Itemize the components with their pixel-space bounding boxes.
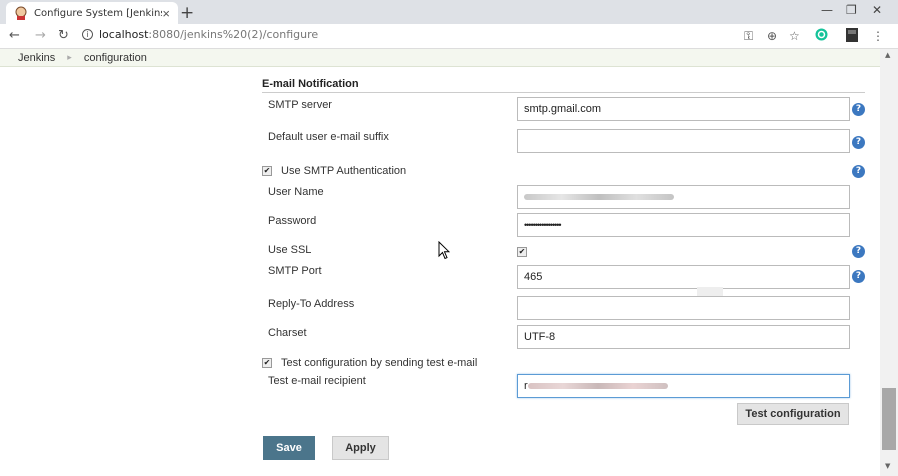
username-redacted: [524, 194, 674, 200]
grammarly-icon[interactable]: [815, 28, 828, 44]
username-label: User Name: [268, 186, 324, 198]
suffix-help-icon[interactable]: ?: [852, 136, 865, 149]
section-divider: [262, 92, 865, 93]
browser-tab-strip: Configure System [Jenkins] × + — ❐ ✕: [0, 0, 898, 24]
url-path: :8080/jenkins%20(2)/configure: [148, 28, 319, 41]
jenkins-favicon-icon: [14, 6, 28, 20]
reply-to-label: Reply-To Address: [268, 298, 355, 310]
tab-close-icon[interactable]: ×: [162, 6, 170, 21]
smtp-port-label: SMTP Port: [268, 265, 322, 277]
test-config-checkbox[interactable]: ✔: [262, 358, 272, 368]
browser-toolbar: ← → ↻ i localhost:8080/jenkins%20(2)/con…: [0, 24, 898, 49]
use-ssl-help-icon[interactable]: ?: [852, 245, 865, 258]
breadcrumb-configuration[interactable]: configuration: [84, 52, 147, 64]
save-button[interactable]: Save: [263, 436, 315, 460]
key-icon[interactable]: ⚿: [744, 29, 753, 44]
breadcrumb-jenkins[interactable]: Jenkins: [18, 52, 55, 64]
charset-label: Charset: [268, 327, 307, 339]
zoom-icon[interactable]: ⊕: [767, 29, 777, 43]
test-config-row: ✔ Test configuration by sending test e-m…: [262, 357, 477, 369]
scroll-down-icon[interactable]: ▼: [885, 462, 890, 470]
restore-icon[interactable]: ❐: [846, 3, 857, 17]
address-bar[interactable]: i localhost:8080/jenkins%20(2)/configure: [82, 28, 318, 41]
username-input[interactable]: [517, 185, 850, 209]
menu-icon[interactable]: ⋮: [872, 29, 884, 43]
use-ssl-checkbox-wrap: ✔: [517, 243, 536, 257]
password-label: Password: [268, 215, 317, 227]
info-icon[interactable]: i: [82, 29, 93, 40]
use-smtp-auth-label: Use SMTP Authentication: [281, 165, 407, 177]
charset-value: UTF-8: [524, 331, 556, 343]
test-config-label: Test configuration by sending test e-mai…: [281, 357, 478, 369]
suffix-label: Default user e-mail suffix: [268, 131, 389, 143]
suffix-input[interactable]: [517, 129, 850, 153]
tab-title: Configure System [Jenkins]: [34, 7, 163, 19]
smtp-server-help-icon[interactable]: ?: [852, 103, 865, 116]
use-smtp-auth-checkbox[interactable]: ✔: [262, 166, 272, 176]
test-recipient-input[interactable]: r: [517, 374, 850, 398]
browser-tab[interactable]: Configure System [Jenkins] ×: [6, 2, 178, 24]
smtp-auth-help-icon[interactable]: ?: [852, 165, 865, 178]
smtp-port-help-icon[interactable]: ?: [852, 270, 865, 283]
scrollbar-thumb[interactable]: [882, 388, 896, 450]
breadcrumb: Jenkins ▸ configuration: [0, 49, 880, 67]
minimize-icon[interactable]: —: [821, 3, 833, 17]
use-smtp-auth-row: ✔ Use SMTP Authentication: [262, 165, 406, 177]
window-close-icon[interactable]: ✕: [872, 3, 882, 17]
apply-button[interactable]: Apply: [332, 436, 389, 460]
smtp-server-label: SMTP server: [268, 99, 332, 111]
smtp-port-input[interactable]: 465: [517, 265, 850, 289]
test-configuration-button[interactable]: Test configuration: [737, 403, 849, 425]
reload-icon[interactable]: ↻: [58, 28, 69, 43]
forward-arrow-icon[interactable]: →: [35, 28, 46, 43]
test-recipient-label: Test e-mail recipient: [268, 375, 366, 387]
url-host: localhost: [99, 28, 149, 41]
smtp-server-input[interactable]: smtp.gmail.com: [517, 97, 850, 121]
use-ssl-label: Use SSL: [268, 244, 312, 256]
password-value: •••••••••••••••••: [524, 220, 562, 230]
reply-to-input[interactable]: [517, 296, 850, 320]
smtp-server-value: smtp.gmail.com: [524, 103, 602, 115]
back-arrow-icon[interactable]: ←: [9, 28, 20, 43]
extension-icon[interactable]: [846, 28, 858, 45]
star-icon[interactable]: ☆: [789, 29, 800, 43]
breadcrumb-separator-icon: ▸: [67, 52, 72, 62]
section-title: E-mail Notification: [262, 78, 359, 90]
test-recipient-redacted: [527, 383, 668, 389]
charset-input[interactable]: UTF-8: [517, 325, 850, 349]
scroll-up-icon[interactable]: ▲: [885, 51, 890, 59]
smtp-port-value: 465: [524, 271, 543, 283]
mouse-cursor-icon: [438, 240, 451, 263]
password-input[interactable]: •••••••••••••••••: [517, 213, 850, 237]
use-ssl-checkbox[interactable]: ✔: [517, 247, 527, 257]
new-tab-button[interactable]: +: [180, 3, 194, 23]
